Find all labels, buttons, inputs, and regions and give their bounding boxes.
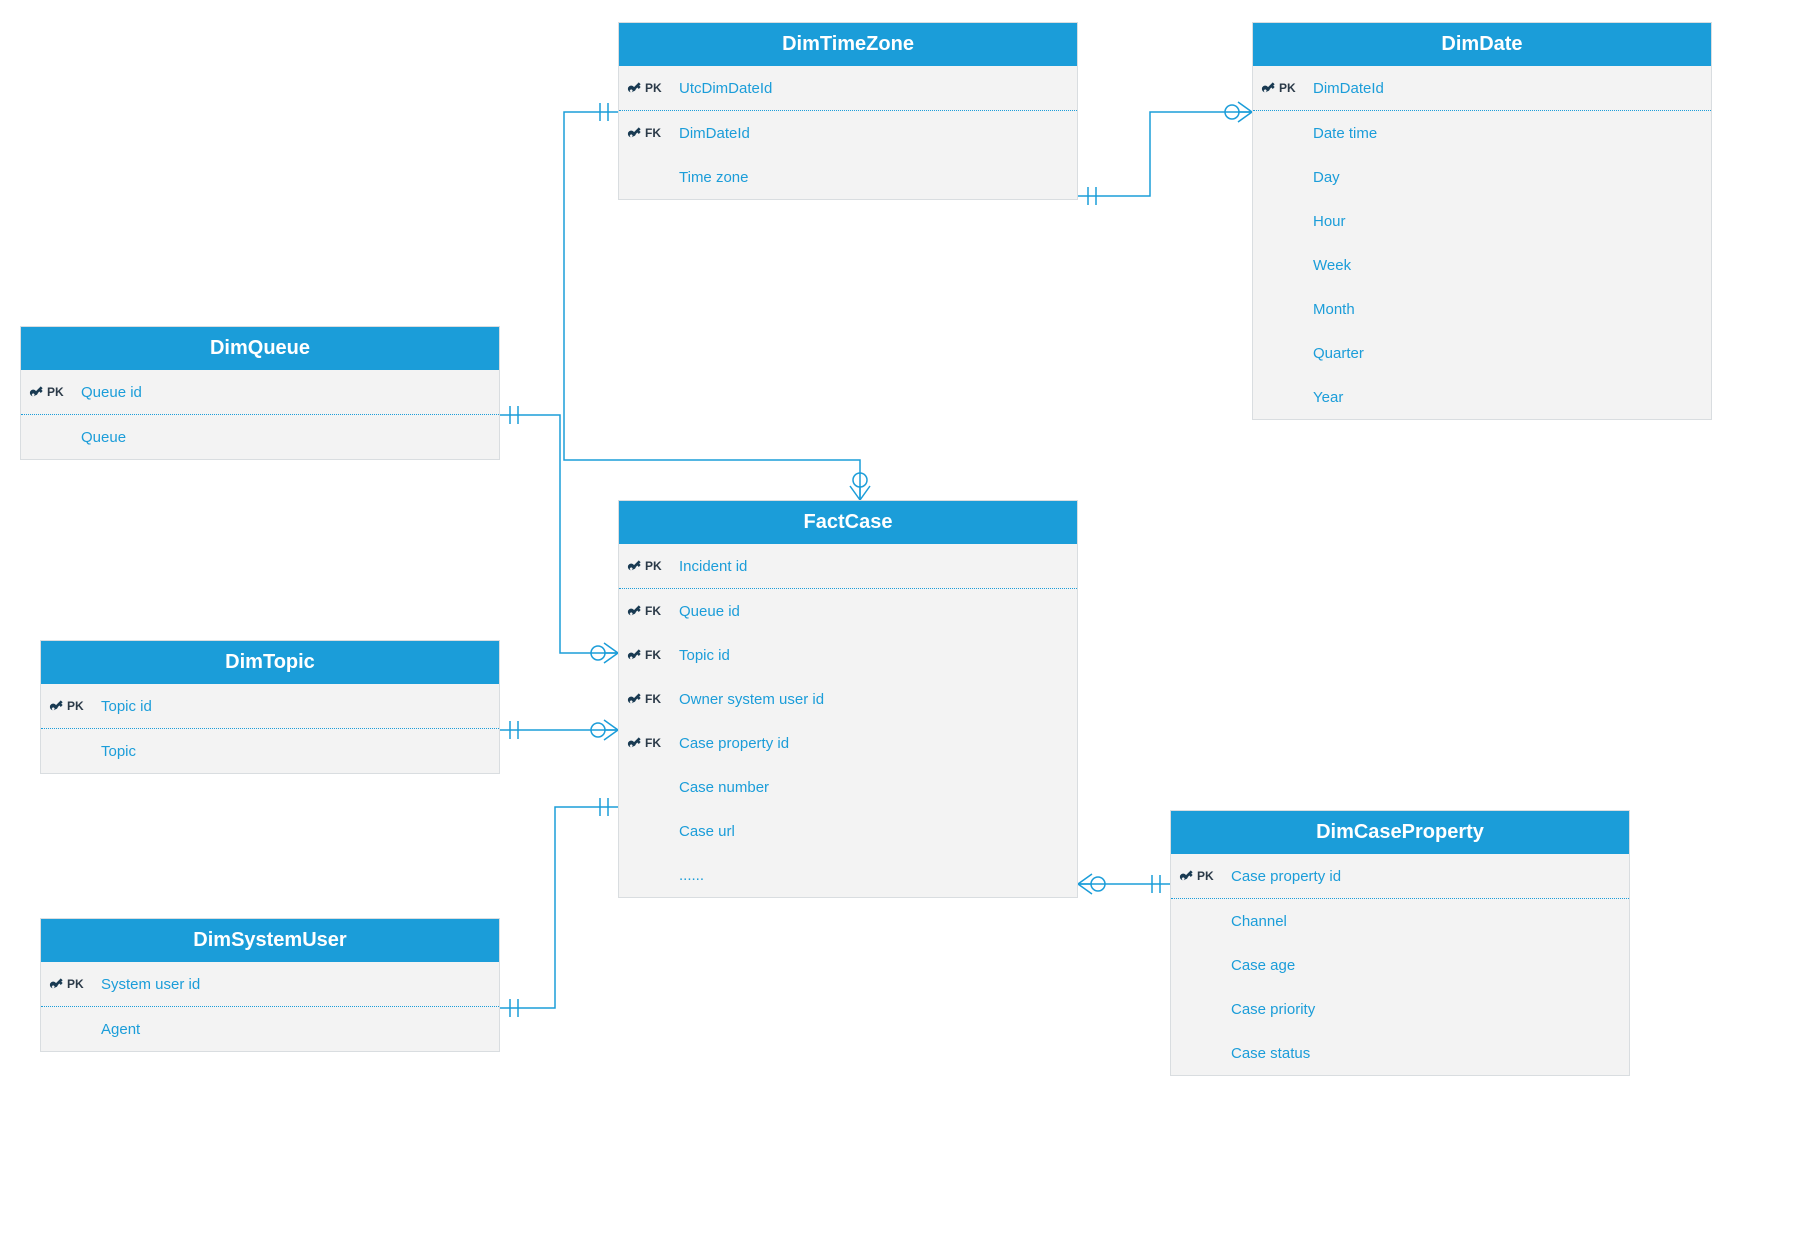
entity-title: DimTimeZone: [619, 23, 1077, 66]
field-name: Incident id: [679, 558, 747, 575]
entity-row: Case url: [619, 809, 1077, 853]
entity-row: Hour: [1253, 199, 1711, 243]
field-name: Queue id: [679, 603, 740, 620]
entity-row: PK Case property id: [1171, 854, 1629, 898]
entity-row: PK Queue id: [21, 370, 499, 414]
key-indicator: PK: [49, 976, 101, 992]
field-name: Case property id: [1231, 868, 1341, 885]
field-name: Week: [1313, 257, 1351, 274]
entity-title: DimDate: [1253, 23, 1711, 66]
entity-dimtimezone: DimTimeZone PK UtcDimDateId FK DimDateId Time…: [618, 22, 1078, 200]
key-indicator: FK: [627, 735, 679, 751]
key-indicator: PK: [1179, 868, 1231, 884]
entity-title: DimSystemUser: [41, 919, 499, 962]
key-label: PK: [67, 977, 84, 991]
entity-title: FactCase: [619, 501, 1077, 544]
field-name: Case number: [679, 779, 769, 796]
field-name: Queue id: [81, 384, 142, 401]
entity-title: DimCaseProperty: [1171, 811, 1629, 854]
key-indicator: FK: [627, 647, 679, 663]
entity-title: DimTopic: [41, 641, 499, 684]
key-indicator: PK: [627, 80, 679, 96]
key-label: PK: [645, 559, 662, 573]
entity-row: Case number: [619, 765, 1077, 809]
field-name: System user id: [101, 976, 200, 993]
field-name: Hour: [1313, 213, 1346, 230]
entity-row: PK UtcDimDateId: [619, 66, 1077, 110]
entity-title: DimQueue: [21, 327, 499, 370]
entity-row: Week: [1253, 243, 1711, 287]
key-label: FK: [645, 648, 661, 662]
field-name: Date time: [1313, 125, 1377, 142]
key-indicator: FK: [627, 603, 679, 619]
entity-dimdate: DimDate PK DimDateId Date time Day Hour Week Mo…: [1252, 22, 1712, 420]
field-name: DimDateId: [679, 125, 750, 142]
field-name: Topic id: [101, 698, 152, 715]
entity-row: Channel: [1171, 899, 1629, 943]
field-name: Topic: [101, 743, 136, 760]
field-name: Year: [1313, 389, 1343, 406]
key-label: PK: [645, 81, 662, 95]
field-name: ......: [679, 867, 704, 884]
key-indicator: FK: [627, 691, 679, 707]
field-name: DimDateId: [1313, 80, 1384, 97]
entity-row: FK DimDateId: [619, 111, 1077, 155]
key-indicator: PK: [29, 384, 81, 400]
entity-row: PK DimDateId: [1253, 66, 1711, 110]
entity-row: FK Owner system user id: [619, 677, 1077, 721]
key-label: FK: [645, 604, 661, 618]
key-label: PK: [1279, 81, 1296, 95]
entity-factcase: FactCase PK Incident id FK Queue id FK Topic i…: [618, 500, 1078, 898]
entity-row: Date time: [1253, 111, 1711, 155]
key-indicator: FK: [627, 125, 679, 141]
entity-row: Case status: [1171, 1031, 1629, 1075]
key-indicator: PK: [627, 558, 679, 574]
entity-dimqueue: DimQueue PK Queue id Queue: [20, 326, 500, 460]
entity-row: PK System user id: [41, 962, 499, 1006]
er-diagram: DimTimeZone PK UtcDimDateId FK DimDateId Time…: [0, 0, 1800, 1258]
entity-row: Time zone: [619, 155, 1077, 199]
key-indicator: PK: [49, 698, 101, 714]
field-name: UtcDimDateId: [679, 80, 772, 97]
entity-row: Agent: [41, 1007, 499, 1051]
entity-row: FK Case property id: [619, 721, 1077, 765]
key-label: PK: [47, 385, 64, 399]
entity-row: Day: [1253, 155, 1711, 199]
key-label: PK: [1197, 869, 1214, 883]
field-name: Owner system user id: [679, 691, 824, 708]
entity-row: Queue: [21, 415, 499, 459]
entity-row: ......: [619, 853, 1077, 897]
key-label: FK: [645, 736, 661, 750]
field-name: Day: [1313, 169, 1340, 186]
entity-row: Month: [1253, 287, 1711, 331]
entity-row: FK Queue id: [619, 589, 1077, 633]
field-name: Topic id: [679, 647, 730, 664]
entity-row: Case age: [1171, 943, 1629, 987]
key-indicator: PK: [1261, 80, 1313, 96]
field-name: Queue: [81, 429, 126, 446]
field-name: Case age: [1231, 957, 1295, 974]
entity-row: Year: [1253, 375, 1711, 419]
entity-row: PK Topic id: [41, 684, 499, 728]
field-name: Channel: [1231, 913, 1287, 930]
key-label: FK: [645, 126, 661, 140]
entity-row: Case priority: [1171, 987, 1629, 1031]
entity-row: Quarter: [1253, 331, 1711, 375]
entity-row: Topic: [41, 729, 499, 773]
key-label: FK: [645, 692, 661, 706]
entity-dimsystemuser: DimSystemUser PK System user id Agent: [40, 918, 500, 1052]
field-name: Agent: [101, 1021, 140, 1038]
field-name: Case property id: [679, 735, 789, 752]
entity-row: FK Topic id: [619, 633, 1077, 677]
field-name: Month: [1313, 301, 1355, 318]
field-name: Time zone: [679, 169, 748, 186]
field-name: Case url: [679, 823, 735, 840]
key-label: PK: [67, 699, 84, 713]
field-name: Case priority: [1231, 1001, 1315, 1018]
entity-row: PK Incident id: [619, 544, 1077, 588]
entity-dimcaseproperty: DimCaseProperty PK Case property id Channel…: [1170, 810, 1630, 1076]
field-name: Quarter: [1313, 345, 1364, 362]
entity-dimtopic: DimTopic PK Topic id Topic: [40, 640, 500, 774]
field-name: Case status: [1231, 1045, 1310, 1062]
